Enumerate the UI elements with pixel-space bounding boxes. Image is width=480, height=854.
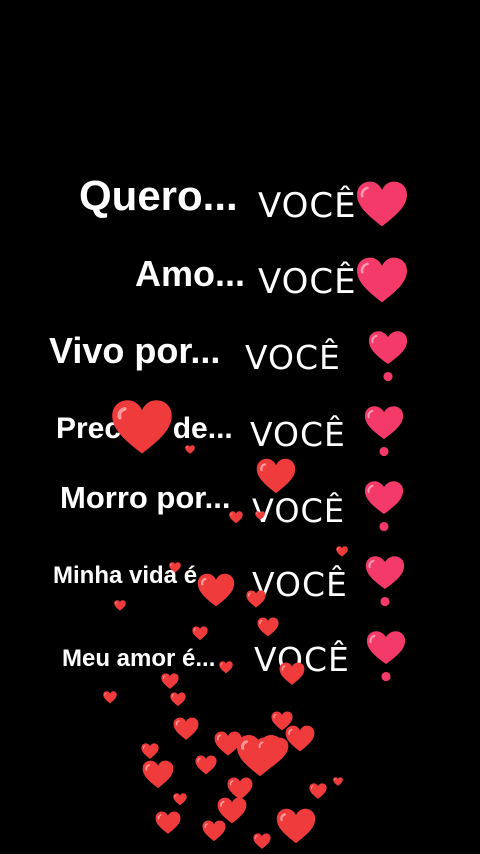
- red-heart-icon: [257, 617, 279, 637]
- phrase-word: VOCÊ: [245, 338, 341, 377]
- phrase-lead: Quero...: [79, 172, 238, 219]
- red-heart-icon: [255, 737, 289, 767]
- heart-exclamation-icon: [364, 406, 404, 457]
- phrase-lead: Meu amor é...: [62, 645, 216, 672]
- red-heart-icon: [309, 783, 327, 799]
- phrase-lead: Morro por...: [60, 480, 231, 515]
- red-heart-icon: [114, 600, 126, 611]
- red-heart-icon: [142, 760, 174, 789]
- red-heart-icon: [112, 400, 172, 454]
- red-heart-icon: [276, 808, 316, 844]
- red-heart-icon: [155, 811, 181, 834]
- heart-exclamation-icon: [364, 481, 404, 532]
- heart-exclamation-icon: [365, 556, 405, 607]
- red-heart-icon: [229, 511, 243, 524]
- red-heart-icon: [141, 743, 159, 759]
- red-heart-icon: [285, 725, 315, 752]
- pink-heart-icon: [357, 181, 407, 227]
- red-heart-icon: [279, 662, 305, 685]
- red-heart-icon: [169, 562, 181, 573]
- red-heart-icon: [161, 673, 179, 689]
- phrase-word: VOCÊ: [258, 186, 357, 226]
- red-heart-icon: [246, 590, 266, 608]
- red-heart-icon: [185, 445, 195, 454]
- heart-exclamation-icon: [368, 331, 408, 382]
- phrase-word: VOCÊ: [252, 565, 348, 604]
- phrase-word: VOCÊ: [250, 415, 346, 454]
- red-heart-icon: [103, 691, 117, 704]
- red-heart-icon: [202, 820, 226, 842]
- red-heart-icon: [333, 777, 343, 786]
- red-heart-icon: [219, 661, 233, 674]
- red-heart-icon: [255, 511, 265, 520]
- red-heart-icon: [173, 717, 199, 740]
- red-heart-icon: [170, 692, 186, 707]
- video-frame: Quero... VOCÊ Amo... VOCÊ Vivo por... VO…: [0, 0, 480, 854]
- phrase-lead: Vivo por...: [49, 330, 221, 371]
- red-heart-icon: [256, 458, 296, 494]
- red-heart-icon: [197, 573, 235, 607]
- red-heart-icon: [192, 626, 208, 641]
- phrase-word: VOCÊ: [252, 492, 346, 530]
- phrase-lead: Amo...: [135, 253, 246, 294]
- red-heart-icon: [195, 755, 217, 775]
- red-heart-icon: [253, 833, 271, 849]
- phrase-lead: Minha vida é..: [53, 562, 211, 589]
- phrase-word: VOCÊ: [258, 262, 357, 302]
- pink-heart-icon: [357, 257, 407, 303]
- red-heart-icon: [173, 793, 187, 806]
- heart-exclamation-icon: [366, 631, 406, 682]
- red-heart-icon: [336, 546, 348, 557]
